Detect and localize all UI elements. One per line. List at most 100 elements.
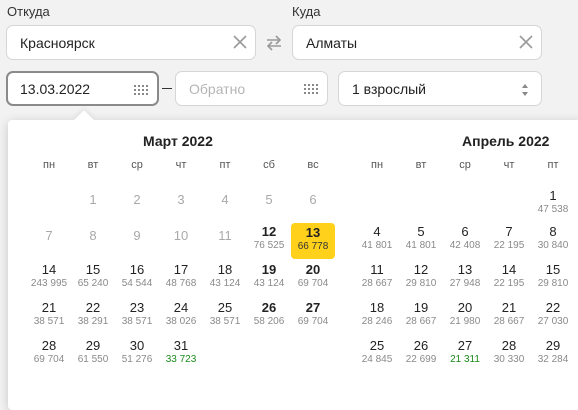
day-number: 1: [89, 192, 97, 207]
calendar-day[interactable]: 15 29 810: [531, 262, 575, 290]
day-price: 69 704: [297, 316, 329, 327]
calendar-day[interactable]: 7 22 195: [487, 224, 531, 252]
calendar-day[interactable]: 16 54 544: [115, 262, 159, 290]
day-price: 21 311: [450, 354, 480, 365]
calendar-day[interactable]: 26 22 699: [399, 338, 443, 366]
day-price: 41 801: [405, 240, 437, 251]
day-number: 22: [85, 300, 101, 315]
weekday-label: пн: [370, 159, 384, 171]
passengers-select[interactable]: 1 взрослый: [338, 71, 542, 106]
day-number: 26: [261, 300, 277, 315]
day-price: 43 124: [209, 278, 241, 289]
day-number: 2: [133, 192, 141, 207]
close-icon[interactable]: [519, 35, 533, 49]
calendar-day: 5: [247, 192, 291, 208]
calendar-day[interactable]: 31 33 723: [159, 338, 203, 366]
day-number: 13: [457, 262, 473, 277]
calendar-day[interactable]: 15 65 240: [71, 262, 115, 290]
day-price: 43 124: [253, 278, 285, 289]
calendar-day[interactable]: 25 24 845: [355, 338, 399, 366]
calendar-day[interactable]: 1 47 538: [531, 188, 575, 216]
day-number: 21: [41, 300, 57, 315]
day-price: 61 550: [77, 354, 109, 365]
calendar-day[interactable]: 28 30 330: [487, 338, 531, 366]
day-price: 22 699: [405, 354, 437, 365]
day-number: 25: [369, 338, 385, 353]
calendar-day[interactable]: 18 43 124: [203, 262, 247, 290]
calendar-grid-icon: [304, 84, 318, 94]
close-icon[interactable]: [233, 35, 247, 49]
day-number: 28: [501, 338, 517, 353]
calendar-day-selected[interactable]: 13 66 778: [291, 223, 335, 259]
calendar-day: 10: [159, 228, 203, 244]
calendar-day[interactable]: 26 58 206: [247, 300, 291, 328]
calendar-day[interactable]: 14 22 195: [487, 262, 531, 290]
calendar-day[interactable]: 11 28 667: [355, 262, 399, 290]
day-number: 27: [457, 338, 473, 353]
day-number: 27: [305, 300, 321, 315]
day-number: 16: [129, 262, 145, 277]
day-number: 14: [501, 262, 517, 277]
calendar-day[interactable]: 20 69 704: [291, 262, 335, 290]
day-price: 58 206: [253, 316, 285, 327]
calendar-day[interactable]: 12 29 810: [399, 262, 443, 290]
calendar-day[interactable]: 17 48 768: [159, 262, 203, 290]
calendar-day[interactable]: 18 28 246: [355, 300, 399, 328]
day-number: 31: [173, 338, 189, 353]
calendar-day[interactable]: 29 32 284: [531, 338, 575, 366]
date-range-dash: [162, 88, 172, 89]
day-number: 28: [41, 338, 57, 353]
day-number: 22: [545, 300, 561, 315]
day-number: 4: [221, 192, 229, 207]
day-number: 26: [413, 338, 429, 353]
swap-arrows-icon[interactable]: [265, 35, 283, 51]
calendar-day[interactable]: 5 41 801: [399, 224, 443, 252]
calendar-grid-icon: [134, 85, 148, 95]
calendar-day[interactable]: 19 43 124: [247, 262, 291, 290]
depart-date-input[interactable]: 13.03.2022: [6, 71, 159, 106]
calendar-day: 9: [115, 228, 159, 244]
calendar-day[interactable]: 4 41 801: [355, 224, 399, 252]
calendar-day[interactable]: 30 51 276: [115, 338, 159, 366]
calendar-day[interactable]: 27 69 704: [291, 300, 335, 328]
return-date-input[interactable]: Обратно: [175, 71, 328, 106]
from-value: Красноярск: [20, 34, 95, 51]
calendar-day[interactable]: 6 42 408: [443, 224, 487, 252]
calendar-day[interactable]: 25 38 571: [203, 300, 247, 328]
calendar-day[interactable]: 27 21 311: [443, 338, 487, 366]
day-price: 243 995: [30, 278, 68, 289]
weekday-label: ср: [131, 159, 143, 171]
calendar-day[interactable]: 21 38 571: [27, 300, 71, 328]
calendar-day[interactable]: 28 69 704: [27, 338, 71, 366]
calendar-day[interactable]: 29 61 550: [71, 338, 115, 366]
day-price: 28 667: [493, 316, 525, 327]
calendar-day[interactable]: 20 21 980: [443, 300, 487, 328]
day-number: 6: [309, 192, 317, 207]
calendar-day: 3: [159, 192, 203, 208]
day-price: 51 276: [121, 354, 153, 365]
calendar-day[interactable]: 21 28 667: [487, 300, 531, 328]
to-value: Алматы: [306, 34, 358, 51]
day-price: 38 571: [121, 316, 153, 327]
from-input[interactable]: Красноярск: [6, 25, 256, 60]
day-price: 27 948: [449, 278, 481, 289]
to-input[interactable]: Алматы: [292, 25, 542, 60]
weekday-label: пт: [547, 159, 559, 171]
day-number: 14: [41, 262, 57, 277]
weekday-label: вт: [87, 159, 99, 171]
calendar-day[interactable]: 22 38 291: [71, 300, 115, 328]
calendar-day[interactable]: 13 27 948: [443, 262, 487, 290]
day-price: 38 026: [165, 316, 197, 327]
calendar-day[interactable]: 24 38 026: [159, 300, 203, 328]
calendar-day[interactable]: 22 27 030: [531, 300, 575, 328]
calendar-day[interactable]: 8 30 840: [531, 224, 575, 252]
day-number: 8: [549, 224, 557, 239]
day-price: 76 525: [253, 240, 285, 251]
calendar-day[interactable]: 14 243 995: [27, 262, 71, 290]
calendar-day[interactable]: 19 28 667: [399, 300, 443, 328]
calendar-day[interactable]: 23 38 571: [115, 300, 159, 328]
calendar-day[interactable]: 12 76 525: [247, 224, 291, 252]
day-number: 7: [505, 224, 513, 239]
from-label: Откуда: [7, 4, 50, 19]
day-price: 22 195: [493, 278, 525, 289]
